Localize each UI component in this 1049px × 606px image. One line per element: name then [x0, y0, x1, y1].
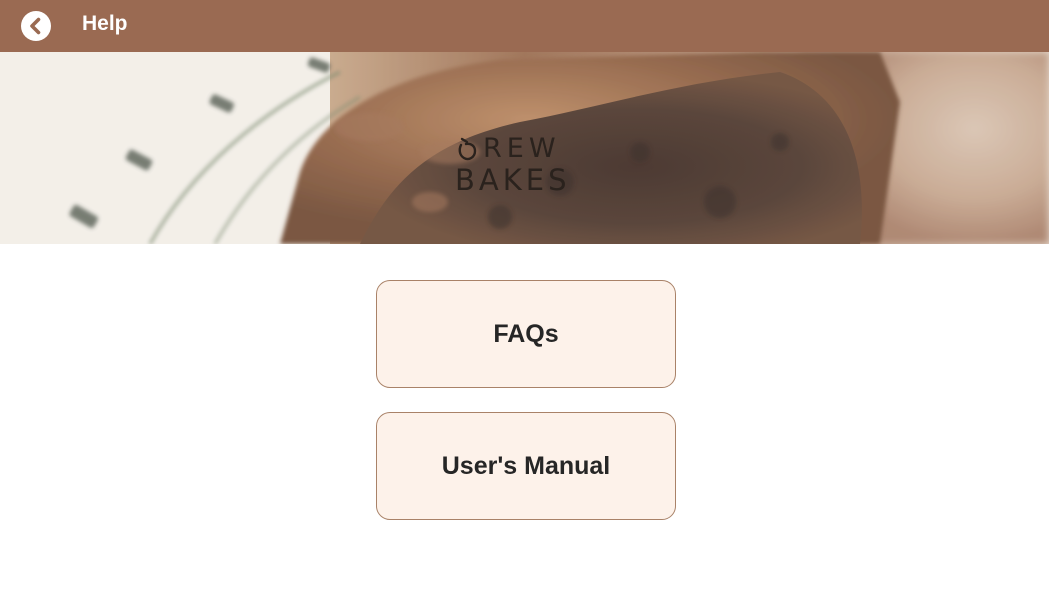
brand-logo: REW BAKES	[455, 133, 605, 197]
hero-banner: REW BAKES	[0, 52, 1049, 244]
page-title: Help	[82, 12, 128, 35]
users-manual-button-label: User's Manual	[441, 451, 611, 480]
chevron-left-icon	[30, 17, 41, 35]
back-button[interactable]	[21, 11, 51, 41]
faqs-button-label: FAQs	[493, 319, 559, 348]
faqs-button[interactable]: FAQs	[376, 280, 676, 388]
users-manual-button[interactable]: User's Manual	[376, 412, 676, 520]
drew-logo-mark-icon	[458, 137, 477, 161]
logo-text-bottom: BAKES	[455, 163, 571, 197]
logo-text-top: REW	[483, 133, 561, 164]
header-bar: Help	[0, 0, 1049, 52]
